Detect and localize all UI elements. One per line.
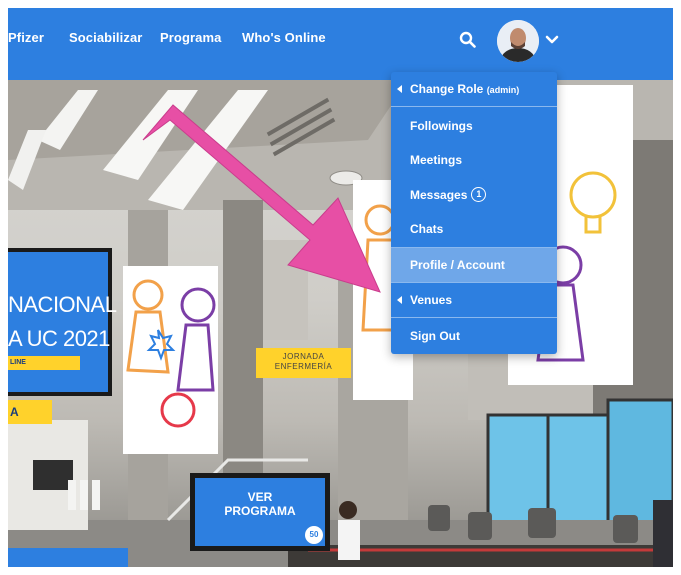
menu-item-messages[interactable]: Messages 1 bbox=[391, 178, 557, 212]
menu-item-meetings[interactable]: Meetings bbox=[391, 143, 557, 177]
messages-count-badge: 1 bbox=[471, 187, 487, 203]
menu-caret bbox=[539, 64, 555, 72]
menu-divider bbox=[391, 317, 557, 318]
lower-yellow-sign: A bbox=[8, 400, 52, 424]
ver-programa-line1: VER bbox=[247, 490, 273, 504]
change-role-suffix: (admin) bbox=[486, 85, 520, 95]
menu-item-chats[interactable]: Chats bbox=[391, 212, 557, 246]
menu-item-venues[interactable]: Venues bbox=[391, 283, 557, 317]
event-banner-tag: LINE bbox=[8, 356, 80, 370]
search-icon[interactable] bbox=[459, 31, 476, 48]
nav-item-sociabilizar[interactable]: Sociabilizar bbox=[69, 30, 142, 45]
event-banner-left: NACIONAL A UC 2021 LINE bbox=[8, 248, 117, 396]
user-avatar[interactable] bbox=[497, 20, 539, 62]
ver-programa-button[interactable]: VER PROGRAMA 50 bbox=[190, 473, 330, 551]
menu-item-sign-out[interactable]: Sign Out bbox=[391, 319, 557, 353]
messages-label: Messages bbox=[410, 188, 468, 202]
event-banner-text: NACIONAL A UC 2021 bbox=[8, 288, 117, 356]
chevron-down-icon[interactable] bbox=[545, 35, 559, 45]
event-banner-line1: NACIONAL bbox=[8, 292, 117, 317]
nav-item-pfizer[interactable]: Pfizer bbox=[8, 30, 44, 45]
avatar-photo bbox=[497, 20, 539, 62]
change-role-label: Change Role bbox=[410, 82, 484, 96]
menu-item-followings[interactable]: Followings bbox=[391, 109, 557, 143]
menu-divider bbox=[391, 106, 557, 107]
user-dropdown-menu: Change Role (admin) Followings Meetings … bbox=[391, 72, 557, 354]
menu-item-change-role[interactable]: Change Role (admin) bbox=[391, 72, 557, 106]
nav-item-programa[interactable]: Programa bbox=[160, 30, 222, 45]
jornada-sign-line1: JORNADA bbox=[282, 352, 325, 361]
jornada-enfermeria-sign[interactable]: JORNADA ENFERMERÍA bbox=[256, 348, 351, 378]
anniversary-badge: 50 bbox=[305, 526, 323, 544]
venues-label: Venues bbox=[410, 293, 453, 307]
ver-programa-line2: PROGRAMA bbox=[224, 504, 296, 518]
event-banner-line2: A UC 2021 bbox=[8, 326, 110, 351]
menu-item-profile-account[interactable]: Profile / Account bbox=[391, 248, 557, 282]
submenu-arrow-icon bbox=[397, 296, 402, 304]
submenu-arrow-icon bbox=[397, 85, 402, 93]
virtual-venue-scene: NACIONAL A UC 2021 LINE A JORNADA ENFERM… bbox=[8, 80, 673, 567]
nav-item-whos-online[interactable]: Who's Online bbox=[242, 30, 326, 45]
jornada-sign-line2: ENFERMERÍA bbox=[274, 362, 333, 371]
